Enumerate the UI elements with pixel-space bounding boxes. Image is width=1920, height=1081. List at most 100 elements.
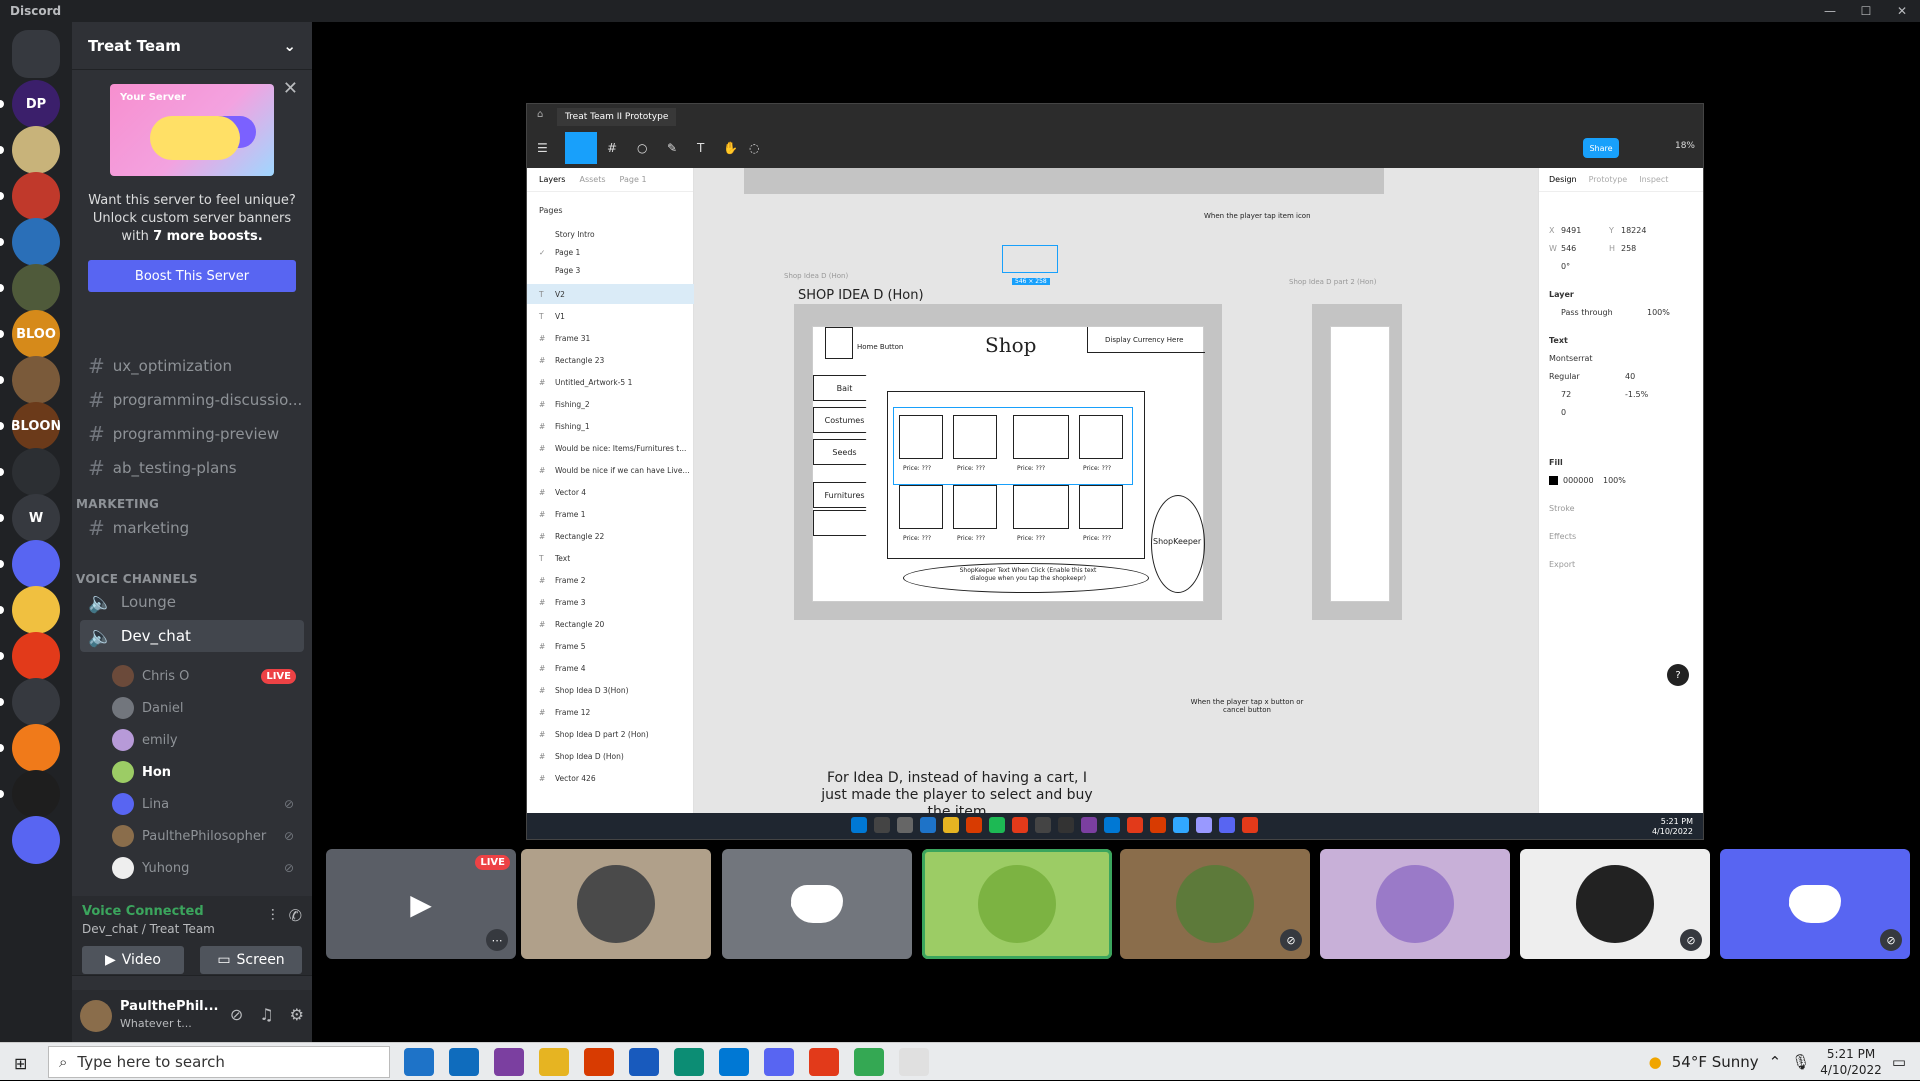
voice-user[interactable]: Yuhong ⊘ (112, 855, 302, 881)
layer-item[interactable]: # Frame 2 (527, 570, 694, 590)
discord-home-icon[interactable] (12, 30, 60, 78)
voice-connected-subtitle[interactable]: Dev_chat / Treat Team (82, 922, 215, 936)
server-icon[interactable]: W (12, 494, 60, 542)
layer-item[interactable]: # Rectangle 22 (527, 526, 694, 546)
blend-mode[interactable]: Pass through (1561, 308, 1613, 317)
layer-item[interactable]: # Fishing_2 (527, 394, 694, 414)
participant-tile[interactable]: ⊘ (1520, 849, 1710, 959)
server-icon[interactable] (12, 770, 60, 818)
app-icon[interactable] (854, 1048, 884, 1076)
maximize-button[interactable]: ☐ (1848, 0, 1884, 22)
shape-tool-icon[interactable]: ○ (637, 141, 647, 155)
mute-icon[interactable]: ⊘ (230, 1005, 243, 1024)
app-icon[interactable] (1150, 817, 1166, 833)
participant-tile[interactable] (922, 849, 1112, 959)
move-tool[interactable] (565, 132, 597, 164)
layer-item[interactable]: # Rectangle 23 (527, 350, 694, 370)
app-icon[interactable] (874, 817, 890, 833)
server-icon[interactable] (12, 586, 60, 634)
text-channel[interactable]: # marketing (80, 512, 304, 544)
page-item[interactable]: Story Intro (527, 224, 694, 244)
shop-sketch[interactable]: Home Button Shop Display Currency Here B… (812, 326, 1205, 602)
video-button[interactable]: ▶ Video (82, 946, 184, 974)
microphone-icon[interactable]: 🎙 (1791, 1053, 1810, 1071)
app-icon[interactable] (539, 1048, 569, 1076)
server-header[interactable]: Treat Team ⌄ (72, 22, 312, 70)
search-box[interactable]: ⌕ Type here to search (48, 1046, 390, 1078)
participant-tile[interactable] (1320, 849, 1510, 959)
shop-idea-title[interactable]: SHOP IDEA D (Hon) (798, 288, 924, 303)
server-icon[interactable] (12, 172, 60, 220)
text-channel[interactable]: # programming-preview (80, 418, 304, 450)
participant-tile[interactable] (722, 849, 912, 959)
comment-tool-icon[interactable]: ◌ (749, 141, 759, 155)
server-icon[interactable] (12, 356, 60, 404)
app-icon[interactable] (584, 1048, 614, 1076)
voice-user[interactable]: Chris O LIVE (112, 663, 302, 689)
app-icon[interactable] (404, 1048, 434, 1076)
app-icon[interactable] (1035, 817, 1051, 833)
layer-item[interactable]: # Shop Idea D part 2 (Hon) (527, 724, 694, 744)
layer-opacity[interactable]: 100% (1647, 308, 1670, 317)
design-tab[interactable]: Design (1549, 175, 1577, 184)
weather-icon[interactable]: ● (1649, 1053, 1662, 1071)
idea-caption[interactable]: For Idea D, instead of having a cart, I … (812, 770, 1102, 816)
chevron-up-icon[interactable]: ⌃ (1769, 1053, 1782, 1071)
effects-heading[interactable]: Effects (1549, 532, 1576, 541)
fill-hex[interactable]: 000000 (1563, 476, 1594, 485)
figma-tab[interactable]: Treat Team II Prototype (557, 108, 677, 126)
app-icon[interactable] (1173, 817, 1189, 833)
fill-swatch[interactable] (1549, 476, 1558, 485)
design-tab[interactable]: Prototype (1589, 175, 1628, 184)
server-icon[interactable] (12, 448, 60, 496)
server-icon[interactable]: DP (12, 80, 60, 128)
layer-item[interactable]: # Would be nice: Items/Furnitures t... (527, 438, 694, 458)
app-icon[interactable] (719, 1048, 749, 1076)
shop-sketch-part2[interactable] (1330, 326, 1390, 602)
screen-share-figma[interactable]: ⌂ Treat Team II Prototype ☰ # ○ ✎ T ✋ ◌ … (526, 103, 1704, 840)
server-icon[interactable] (12, 632, 60, 680)
prop-h[interactable]: 258 (1621, 244, 1636, 253)
server-icon[interactable] (12, 540, 60, 588)
layer-item[interactable]: # Frame 4 (527, 658, 694, 678)
zoom-level[interactable]: 18% (1675, 141, 1695, 151)
layer-item[interactable]: # Vector 4 (527, 482, 694, 502)
font-family[interactable]: Montserrat (1549, 354, 1593, 363)
server-icon[interactable] (12, 678, 60, 726)
app-icon[interactable] (966, 817, 982, 833)
stroke-heading[interactable]: Stroke (1549, 504, 1575, 513)
server-icon[interactable]: BLOON (12, 402, 60, 450)
font-size[interactable]: 40 (1625, 372, 1635, 381)
voice-user[interactable]: Lina ⊘ (112, 791, 302, 817)
page-item[interactable]: ✓ Page 1 (527, 242, 694, 262)
boost-server-button[interactable]: Boost This Server (88, 260, 296, 292)
layer-item[interactable]: # Frame 3 (527, 592, 694, 612)
app-icon[interactable] (629, 1048, 659, 1076)
more-icon[interactable]: ⋯ (486, 929, 508, 951)
fill-opacity[interactable]: 100% (1603, 476, 1626, 485)
text-channel[interactable]: # ab_testing-plans (80, 452, 304, 484)
app-icon[interactable] (1058, 817, 1074, 833)
voice-user[interactable]: PaulthePhilosopher ⊘ (112, 823, 302, 849)
share-button[interactable]: Share (1583, 138, 1619, 158)
participant-tile[interactable]: ⊘ (1120, 849, 1310, 959)
pen-tool-icon[interactable]: ✎ (667, 141, 677, 155)
category-marketing[interactable]: MARKETING (76, 497, 159, 511)
category-voice[interactable]: VOICE CHANNELS (76, 572, 198, 586)
windows-start-icon[interactable]: ⊞ (14, 1054, 27, 1073)
prop-w[interactable]: 546 (1561, 244, 1576, 253)
app-icon[interactable] (449, 1048, 479, 1076)
layer-item[interactable]: T Text (527, 548, 694, 568)
server-icon[interactable]: BLOO (12, 310, 60, 358)
app-icon[interactable] (674, 1048, 704, 1076)
app-icon[interactable] (1127, 817, 1143, 833)
server-icon[interactable] (12, 264, 60, 312)
voice-user[interactable]: Hon (112, 759, 302, 785)
system-clock[interactable]: 5:21 PM 4/10/2022 (1820, 1046, 1882, 1078)
text-channel[interactable]: # ux_optimization (80, 350, 304, 382)
left-tab[interactable]: Assets (579, 175, 605, 184)
layer-item[interactable]: # Frame 1 (527, 504, 694, 524)
prop-x[interactable]: 9491 (1561, 226, 1581, 235)
participant-tile[interactable]: ⊘ (1720, 849, 1910, 959)
voice-channel[interactable]: 🔈 Lounge (80, 586, 304, 618)
